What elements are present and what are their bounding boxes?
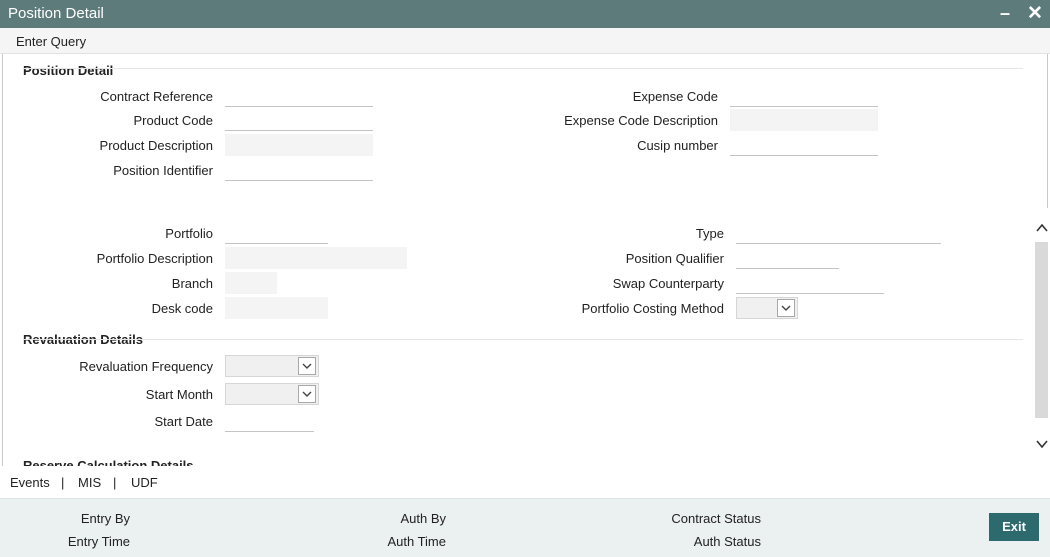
expense-code-description-input xyxy=(730,109,878,131)
expense-code-label: Expense Code xyxy=(632,89,718,104)
chevron-down-icon[interactable] xyxy=(298,385,316,403)
form-content: Position Detail Contract Reference Produ… xyxy=(3,55,1034,466)
revaluation-frequency-select[interactable] xyxy=(225,355,319,377)
portfolio-input[interactable] xyxy=(225,222,328,244)
reserve-calculation-details-section-title: Reserve Calculation Details xyxy=(23,458,194,466)
menubar: Enter Query xyxy=(0,28,1050,54)
start-month-select[interactable] xyxy=(225,383,319,405)
swap-counterparty-input[interactable] xyxy=(736,272,884,294)
close-icon[interactable]: ✕ xyxy=(1024,3,1046,25)
link-separator: | xyxy=(61,475,65,490)
mis-link[interactable]: MIS xyxy=(78,475,101,490)
start-date-input[interactable] xyxy=(225,410,314,432)
entry-time-label: Entry Time xyxy=(67,534,130,549)
desk-code-label: Desk code xyxy=(151,301,213,316)
expense-code-description-label: Expense Code Description xyxy=(564,113,718,128)
chevron-up-icon[interactable] xyxy=(1034,220,1050,236)
cusip-number-label: Cusip number xyxy=(637,138,718,153)
section-divider xyxy=(23,68,1023,69)
type-label: Type xyxy=(695,226,724,241)
swap-counterparty-label: Swap Counterparty xyxy=(612,276,724,291)
product-description-label: Product Description xyxy=(99,138,213,153)
section-divider xyxy=(23,339,1023,340)
product-code-label: Product Code xyxy=(133,113,214,128)
type-input[interactable] xyxy=(736,222,941,244)
portfolio-label: Portfolio xyxy=(165,226,213,241)
scrollbar-thumb[interactable] xyxy=(1035,242,1048,418)
window-title: Position Detail xyxy=(8,5,104,22)
udf-link[interactable]: UDF xyxy=(131,475,158,490)
events-link[interactable]: Events xyxy=(10,475,50,490)
chevron-down-icon[interactable] xyxy=(777,299,795,317)
window-titlebar: Position Detail – ✕ xyxy=(0,0,1050,28)
start-month-label: Start Month xyxy=(145,387,213,402)
link-separator: | xyxy=(113,475,117,490)
contract-reference-input[interactable] xyxy=(225,85,373,107)
entry-by-label: Entry By xyxy=(80,511,130,526)
exit-button[interactable]: Exit xyxy=(989,513,1039,541)
links-bar: Events | MIS | UDF xyxy=(0,466,1050,498)
position-detail-section-title: Position Detail xyxy=(23,63,114,78)
desk-code-input xyxy=(225,297,328,319)
chevron-down-icon[interactable] xyxy=(1034,436,1050,452)
contract-status-label: Contract Status xyxy=(671,511,761,526)
cusip-number-input[interactable] xyxy=(730,134,878,156)
expense-code-input[interactable] xyxy=(730,85,878,107)
product-code-input[interactable] xyxy=(225,109,373,131)
position-qualifier-input[interactable] xyxy=(736,247,839,269)
branch-label: Branch xyxy=(171,276,213,291)
enter-query-menu-item[interactable]: Enter Query xyxy=(16,34,86,49)
branch-input xyxy=(225,272,277,294)
portfolio-description-input xyxy=(225,247,407,269)
position-qualifier-label: Position Qualifier xyxy=(625,251,724,266)
product-description-input xyxy=(225,134,373,156)
portfolio-description-label: Portfolio Description xyxy=(96,251,213,266)
revaluation-frequency-label: Revaluation Frequency xyxy=(79,359,213,374)
position-identifier-input[interactable] xyxy=(225,159,373,181)
auth-by-label: Auth By xyxy=(400,511,446,526)
portfolio-costing-method-label: Portfolio Costing Method xyxy=(581,301,724,316)
portfolio-costing-method-select[interactable] xyxy=(736,297,798,319)
position-identifier-label: Position Identifier xyxy=(113,163,213,178)
vertical-scrollbar[interactable] xyxy=(1034,208,1050,466)
contract-reference-label: Contract Reference xyxy=(100,89,213,104)
minimize-icon[interactable]: – xyxy=(994,3,1016,25)
auth-time-label: Auth Time xyxy=(387,534,446,549)
chevron-down-icon[interactable] xyxy=(298,357,316,375)
audit-footer: Entry By Entry Time Auth By Auth Time Co… xyxy=(0,498,1050,557)
auth-status-label: Auth Status xyxy=(693,534,761,549)
start-date-label: Start Date xyxy=(154,414,213,429)
